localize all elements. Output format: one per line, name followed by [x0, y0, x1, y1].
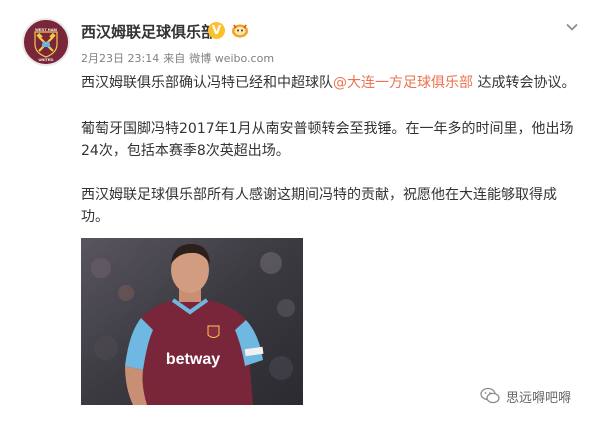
author-name[interactable]: 西汉姆联足球俱乐部	[81, 21, 216, 42]
avatar[interactable]: WEST HAM UNITED	[22, 18, 70, 66]
crest-bottom-text: UNITED	[39, 57, 54, 62]
post-paragraph-1: 西汉姆联俱乐部确认冯特已经和中超球队@大连一方足球俱乐部 达成转会协议。	[81, 72, 581, 94]
watermark-text: 思远嘚吧嘚	[506, 390, 572, 406]
p1-text-after: 达成转会协议。	[473, 75, 576, 91]
verified-icon: V	[208, 22, 225, 39]
p1-text-before: 西汉姆联俱乐部确认冯特已经和中超球队	[81, 75, 333, 91]
post-meta: 2月23日 23:14 来自 微博 weibo.com	[81, 50, 278, 66]
post-paragraph-2: 葡萄牙国脚冯特2017年1月从南安普顿转会至我锤。在一年多的时间里，他出场24次…	[81, 121, 574, 159]
sponsor-logo: betway	[166, 351, 220, 368]
member-badge-icon[interactable]	[231, 22, 249, 38]
chevron-down-icon[interactable]	[565, 20, 579, 34]
watermark: 思远嘚吧嘚	[480, 385, 571, 407]
source-prefix: 来自	[163, 52, 186, 65]
post-paragraph-3: 西汉姆联足球俱乐部所有人感谢这期间冯特的贡献，祝愿他在大连能够取得成功。	[81, 187, 557, 225]
post-photo[interactable]: betway	[81, 238, 303, 405]
post-source[interactable]: 微博 weibo.com	[189, 52, 274, 65]
mention-link[interactable]: @大连一方足球俱乐部	[333, 75, 473, 91]
wechat-icon	[480, 387, 500, 404]
crest-top-text: WEST HAM	[35, 27, 57, 32]
post-date[interactable]: 2月23日 23:14	[81, 52, 159, 65]
